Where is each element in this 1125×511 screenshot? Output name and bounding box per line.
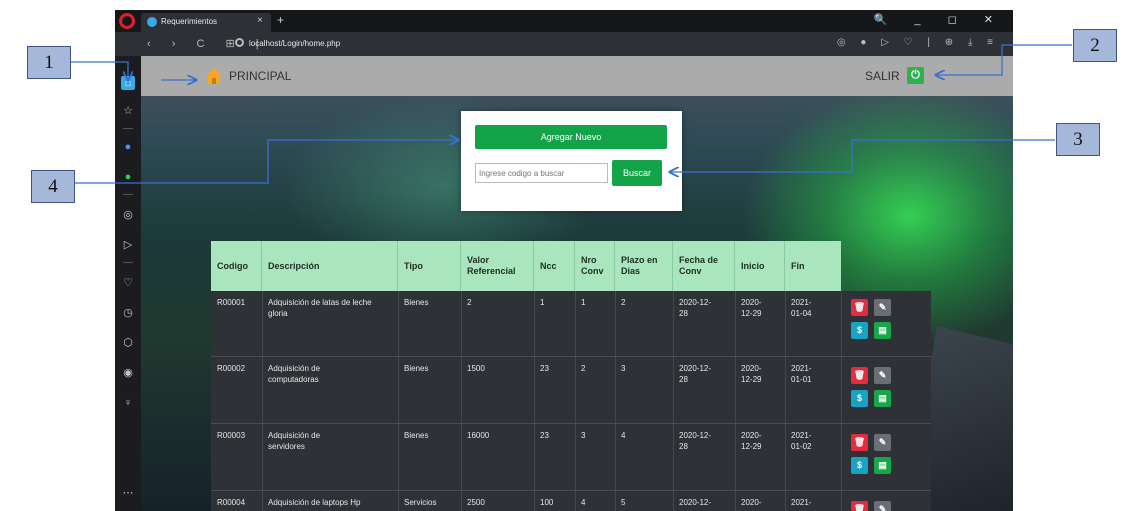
arrow-2 [936, 44, 1072, 75]
arrow-1 [70, 61, 128, 80]
arrow-3 [670, 139, 1055, 172]
annotation-label-4: 4 [31, 170, 75, 203]
annotation-label-3: 3 [1056, 123, 1100, 156]
figure-stage: Requerimientos × + 🔍 _ ◻ ✕ ‹ › C ⊞ | loc… [0, 0, 1125, 511]
annotation-label-2: 2 [1073, 29, 1117, 62]
annotation-label-1: 1 [27, 46, 71, 79]
arrow-4 [75, 140, 458, 184]
annotation-arrows [70, 44, 1072, 184]
